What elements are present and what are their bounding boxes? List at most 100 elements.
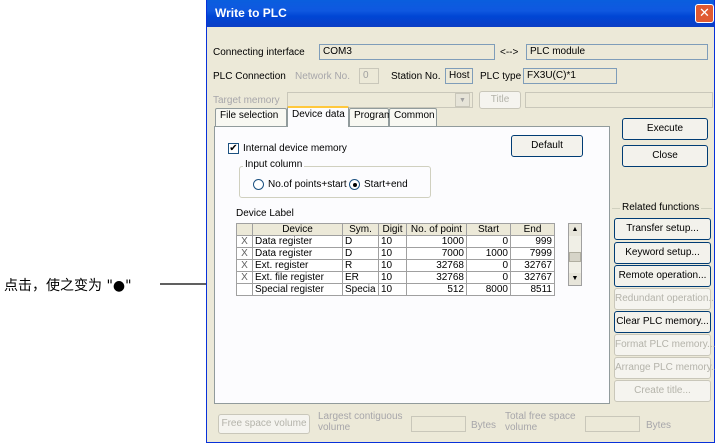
input-column-label: Input column (243, 159, 305, 170)
column-header: End (510, 223, 555, 236)
points-cell[interactable]: 512 (406, 283, 467, 296)
connection-arrow: <--> (500, 47, 519, 58)
digit-cell: 10 (378, 259, 407, 272)
network-no-field: 0 (359, 68, 379, 84)
device-cell: Data register (252, 247, 343, 260)
create-title-button[interactable]: Create title... (614, 380, 711, 402)
points-cell[interactable]: 1000 (406, 235, 467, 248)
tab-program[interactable]: Program (349, 108, 392, 126)
total-free-space-label-line2: volume (505, 422, 538, 433)
default-button[interactable]: Default (511, 135, 583, 157)
remote-operation-button[interactable]: Remote operation... (614, 265, 711, 287)
digit-cell: 10 (378, 235, 407, 248)
arrange-plc-memory-button[interactable]: Arrange PLC memory... (614, 357, 715, 379)
radio-points-start-label: No.of points+start (268, 179, 347, 190)
scroll-thumb[interactable] (569, 252, 581, 262)
row-mark-cell[interactable]: X (236, 259, 253, 272)
bytes-label-2: Bytes (646, 420, 672, 431)
start-cell[interactable]: 0 (466, 271, 511, 284)
column-header: Device (252, 223, 343, 236)
annotation-text: 点击，使之变为 "●" (4, 278, 132, 294)
largest-contiguous-field (411, 416, 466, 432)
column-header: Start (466, 223, 511, 236)
sym-cell: Specia (342, 283, 379, 296)
execute-button[interactable]: Execute (622, 118, 708, 140)
internal-device-memory-checkbox[interactable]: ✔ (228, 143, 239, 154)
end-cell[interactable]: 7999 (510, 247, 555, 260)
device-cell: Special register (252, 283, 343, 296)
end-cell[interactable]: 8511 (510, 283, 555, 296)
related-functions-label: Related functions (620, 202, 702, 213)
points-cell[interactable]: 7000 (406, 247, 467, 260)
row-mark-cell[interactable]: X (236, 247, 253, 260)
title-button[interactable]: Title (479, 91, 521, 109)
target-memory-label: Target memory (213, 95, 280, 106)
column-header: Digit (378, 223, 407, 236)
device-label-heading: Device Label (236, 208, 294, 219)
format-plc-memory-button[interactable]: Format PLC memory... (614, 334, 715, 356)
close-icon[interactable]: ✕ (695, 4, 714, 23)
station-no-field: Host (445, 68, 473, 84)
table-row[interactable]: X Ext. register R 10 32768 0 32767 (236, 259, 555, 272)
sym-cell: D (342, 235, 379, 248)
radio-points-start[interactable] (253, 179, 264, 190)
table-row[interactable]: X Data register D 10 1000 0 999 (236, 235, 555, 248)
bytes-label-1: Bytes (471, 420, 497, 431)
plc-type-label: PLC type (480, 71, 522, 82)
largest-contiguous-label-line2: volume (318, 422, 351, 433)
connecting-interface-field: COM3 (319, 44, 495, 60)
title-field (525, 92, 713, 108)
device-table: Device Sym. Digit No. of point Start End… (236, 223, 555, 296)
transfer-setup-button[interactable]: Transfer setup... (614, 218, 711, 240)
table-row[interactable]: Special register Specia 10 512 8000 8511 (236, 283, 555, 296)
row-mark-cell[interactable]: X (236, 271, 253, 284)
sym-cell: ER (342, 271, 379, 284)
end-cell[interactable]: 32767 (510, 271, 555, 284)
start-cell[interactable]: 8000 (466, 283, 511, 296)
table-scrollbar[interactable]: ▲ ▼ (568, 223, 582, 286)
scroll-down-icon[interactable]: ▼ (569, 273, 581, 285)
device-cell: Ext. file register (252, 271, 343, 284)
station-no-label: Station No. (391, 71, 441, 82)
start-cell[interactable]: 0 (466, 235, 511, 248)
row-mark-cell[interactable]: X (236, 235, 253, 248)
free-space-volume-button[interactable]: Free space volume (218, 414, 310, 434)
largest-contiguous-label-line1: Largest contiguous (318, 411, 403, 422)
redundant-operation-button[interactable]: Redundant operation... (614, 288, 715, 310)
radio-start-end-label: Start+end (364, 179, 408, 190)
chevron-down-icon[interactable]: ▼ (455, 93, 470, 107)
radio-start-end[interactable] (349, 179, 360, 190)
start-cell[interactable]: 1000 (466, 247, 511, 260)
table-row[interactable]: X Data register D 10 7000 1000 7999 (236, 247, 555, 260)
tab-device-data[interactable]: Device data (287, 106, 349, 127)
device-cell: Ext. register (252, 259, 343, 272)
table-row[interactable]: X Ext. file register ER 10 32768 0 32767 (236, 271, 555, 284)
digit-cell: 10 (378, 283, 407, 296)
points-cell[interactable]: 32768 (406, 271, 467, 284)
tab-common[interactable]: Common (389, 108, 437, 126)
close-button[interactable]: Close (622, 145, 708, 167)
device-cell: Data register (252, 235, 343, 248)
plc-type-field: FX3U(C)*1 (523, 68, 617, 84)
column-header: Sym. (342, 223, 379, 236)
end-cell[interactable]: 999 (510, 235, 555, 248)
internal-device-memory-label: Internal device memory (243, 143, 347, 154)
scroll-up-icon[interactable]: ▲ (569, 224, 581, 236)
window-title: Write to PLC (215, 6, 287, 20)
start-cell[interactable]: 0 (466, 259, 511, 272)
plc-connection-label: PLC Connection (213, 71, 286, 82)
row-mark-cell[interactable] (236, 283, 253, 296)
connecting-interface-label: Connecting interface (213, 47, 305, 58)
column-header: No. of point (406, 223, 467, 236)
tab-file-selection[interactable]: File selection (215, 108, 287, 126)
clear-plc-memory-button[interactable]: Clear PLC memory... (614, 311, 711, 333)
end-cell[interactable]: 32767 (510, 259, 555, 272)
network-no-label: Network No. (295, 71, 351, 82)
keyword-setup-button[interactable]: Keyword setup... (614, 242, 711, 264)
mark-column-header (236, 223, 253, 236)
digit-cell: 10 (378, 271, 407, 284)
points-cell[interactable]: 32768 (406, 259, 467, 272)
sym-cell: R (342, 259, 379, 272)
total-free-space-field (585, 416, 640, 432)
sym-cell: D (342, 247, 379, 260)
